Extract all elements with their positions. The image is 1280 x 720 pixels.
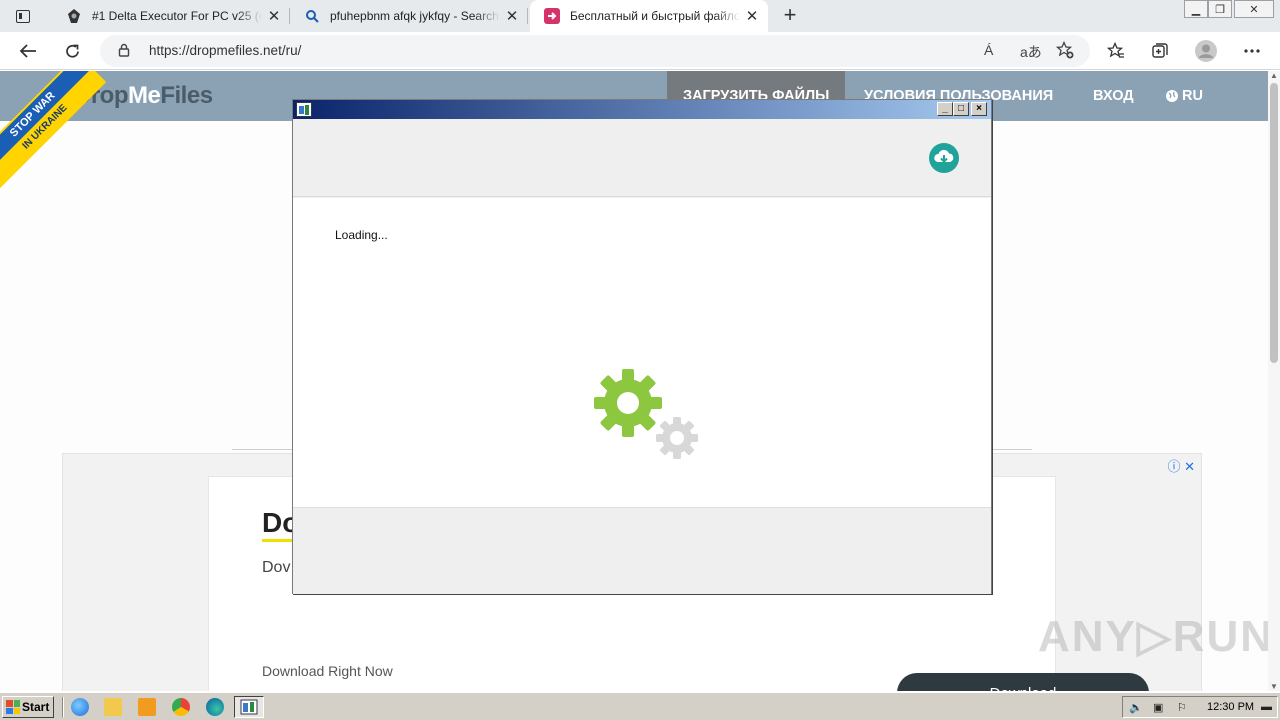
logo-part: Me (128, 82, 161, 109)
scroll-down-arrow-icon[interactable]: ▼ (1268, 682, 1280, 691)
new-tab-button[interactable]: + (778, 4, 802, 28)
favorites-icon (1107, 42, 1124, 58)
more-dots-icon (1244, 49, 1260, 53)
read-aloud-icon[interactable]: Á (984, 42, 993, 58)
url-text[interactable]: https://dropmefiles.net/ru/ (149, 43, 301, 58)
delta-favicon-icon (66, 8, 82, 24)
app-icon (296, 102, 312, 117)
tab-search[interactable]: pfuhepbnm afqk jykfqy - Search ✕ (290, 0, 528, 32)
restore-button[interactable]: ❐ (1208, 0, 1232, 18)
ie-icon[interactable] (71, 698, 89, 716)
avatar-icon (1195, 40, 1217, 62)
installer-dialog: _ □ × Loading... (292, 99, 992, 594)
media-player-icon[interactable] (138, 698, 156, 716)
edge-icon[interactable] (206, 698, 224, 716)
lock-icon[interactable] (118, 43, 130, 60)
browser-toolbar: https://dropmefiles.net/ru/ Á aあ (0, 32, 1280, 70)
ad-download-button[interactable]: Download (897, 673, 1149, 691)
collections-icon (1152, 43, 1168, 58)
start-button[interactable]: Start (2, 696, 54, 718)
taskbar-separator (62, 697, 64, 717)
system-tray: 🔈 ▣ ⚐ 12:30 PM ▬ (1122, 696, 1278, 718)
address-bar[interactable]: https://dropmefiles.net/ru/ Á aあ (100, 35, 1090, 67)
nav-login[interactable]: ВХОД (1093, 71, 1134, 121)
nav-language[interactable]: RU (1165, 71, 1203, 121)
close-window-button[interactable]: ✕ (1234, 0, 1274, 18)
taskbar: Start 🔈 ▣ ⚐ 12:30 PM ▬ (0, 692, 1280, 720)
folder-icon[interactable] (104, 698, 122, 716)
dialog-close-button[interactable]: × (971, 102, 987, 116)
windows-flag-icon (6, 700, 20, 714)
tab-title: #1 Delta Executor For PC v25 (e (92, 9, 262, 23)
green-gear-icon (593, 368, 663, 441)
dialog-footer (293, 508, 991, 594)
loading-text: Loading... (335, 228, 388, 242)
back-button[interactable] (16, 39, 40, 63)
tab-close-icon[interactable]: ✕ (262, 7, 286, 25)
add-favorite-icon[interactable] (1055, 40, 1074, 62)
minimize-button[interactable]: ▁ (1184, 0, 1208, 18)
dialog-header (293, 119, 991, 197)
tab-close-icon[interactable]: ✕ (740, 7, 764, 25)
show-desktop-icon[interactable]: ▬ (1261, 701, 1272, 713)
scroll-up-arrow-icon[interactable]: ▲ (1268, 71, 1280, 80)
tab-close-icon[interactable]: ✕ (500, 7, 524, 25)
refresh-button[interactable] (60, 39, 84, 63)
tab-delta-executor[interactable]: #1 Delta Executor For PC v25 (e ✕ (52, 0, 290, 32)
back-arrow-icon (19, 44, 36, 58)
dialog-minimize-button[interactable]: _ (937, 102, 953, 116)
volume-icon[interactable]: 🔈 (1129, 701, 1143, 714)
ad-info-close-icon[interactable]: ⓘ ✕ (1167, 456, 1195, 475)
dropmefiles-favicon-icon (544, 8, 560, 24)
action-center-flag-icon[interactable]: ⚐ (1177, 701, 1187, 714)
dialog-body: Loading... (293, 198, 991, 508)
ad-link[interactable]: Download Right Now (262, 663, 393, 679)
favorites-button[interactable] (1104, 39, 1128, 63)
search-favicon-icon (304, 8, 320, 24)
cloud-download-icon (929, 143, 959, 176)
scrollbar-thumb[interactable] (1270, 83, 1278, 363)
gray-gear-icon (655, 416, 699, 463)
logo-part: Files (160, 82, 213, 109)
network-icon[interactable]: ▣ (1153, 701, 1163, 714)
page-scrollbar[interactable]: ▲ ▼ (1268, 71, 1280, 691)
ad-subtitle: Dov (262, 559, 291, 576)
tab-dropmefiles[interactable]: Бесплатный и быстрый файлообменник ✕ (530, 0, 768, 32)
installer-app-icon (240, 699, 258, 715)
refresh-icon (65, 44, 79, 58)
chrome-icon[interactable] (172, 698, 190, 716)
globe-icon (1166, 90, 1178, 102)
dialog-maximize-button[interactable]: □ (953, 102, 969, 116)
tab-actions-icon (16, 9, 30, 23)
dialog-title-bar[interactable]: _ □ × (293, 100, 991, 119)
tab-title: pfuhepbnm afqk jykfqy - Search (330, 9, 499, 23)
tab-title: Бесплатный и быстрый файлообменник (570, 9, 740, 23)
collections-button[interactable] (1148, 39, 1172, 63)
profile-button[interactable] (1194, 39, 1218, 63)
translate-icon[interactable]: aあ (1020, 42, 1042, 62)
taskbar-installer-app[interactable] (234, 696, 264, 718)
tab-actions-button[interactable] (8, 4, 38, 28)
language-label: RU (1182, 88, 1203, 104)
clock[interactable]: 12:30 PM (1207, 701, 1254, 713)
start-label: Start (22, 700, 50, 714)
anyrun-watermark: ANY▷RUN (1038, 612, 1268, 661)
browser-tab-strip: #1 Delta Executor For PC v25 (e ✕ pfuhep… (0, 0, 1280, 32)
settings-menu-button[interactable] (1240, 39, 1264, 63)
